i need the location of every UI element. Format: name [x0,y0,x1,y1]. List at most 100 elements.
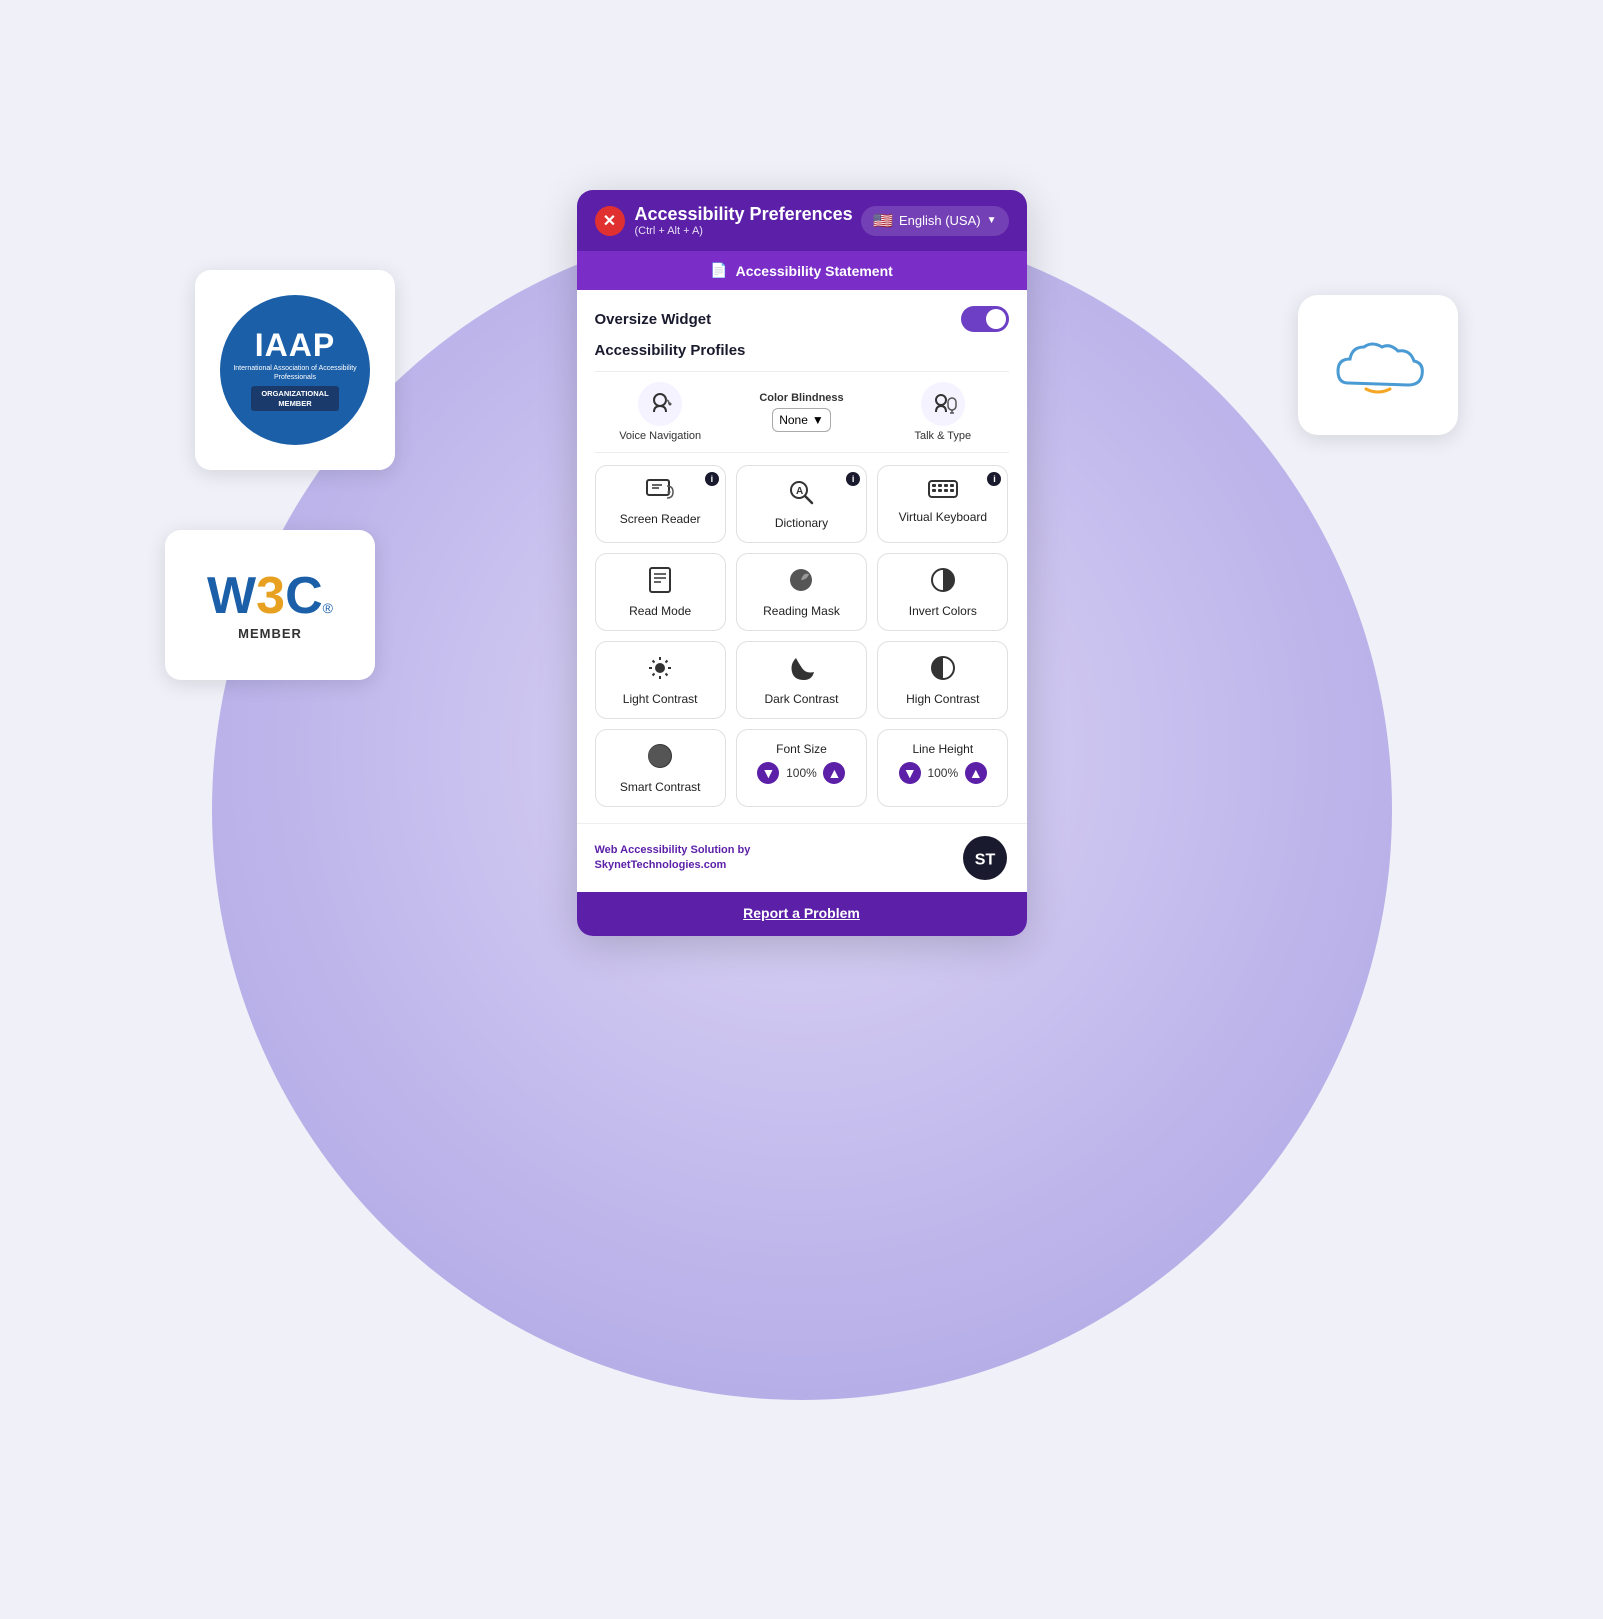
reading-mask-label: Reading Mask [763,604,840,618]
profile-color-blindness[interactable]: Color Blindness None ▼ [736,392,867,432]
profile-voice-navigation[interactable]: Voice Navigation [595,382,726,442]
close-button[interactable]: ✕ [595,206,625,236]
color-blindness-label: Color Blindness [759,392,843,404]
iaap-circle: IAAP International Association of Access… [220,295,370,445]
info-badge-screen-reader: i [705,472,719,486]
oversize-widget-toggle[interactable] [961,306,1009,332]
svg-text:ST: ST [974,852,995,869]
profiles-section-title: Accessibility Profiles [595,342,1009,359]
color-blindness-select[interactable]: None ▼ [772,408,831,432]
w3c-reg: ® [323,600,333,616]
iaap-org-line1: ORGANIZATIONAL [261,389,328,398]
panel-header: ✕ Accessibility Preferences (Ctrl + Alt … [577,190,1027,251]
line-height-value: 100% [925,766,961,780]
profiles-row: Voice Navigation Color Blindness None ▼ [595,371,1009,453]
info-badge-dictionary: i [846,472,860,486]
smart-contrast-label: Smart Contrast [620,780,701,794]
read-mode-icon [647,566,673,598]
panel-header-left: ✕ Accessibility Preferences (Ctrl + Alt … [595,204,853,237]
footer-text: Web Accessibility Solution by SkynetTech… [595,843,751,874]
screen-reader-icon [645,478,675,506]
feature-grid: i Screen Reader i [595,465,1009,719]
feature-virtual-keyboard[interactable]: i Virtu [877,465,1008,543]
panel-title-sub: (Ctrl + Alt + A) [635,225,853,237]
line-height-decrease[interactable]: ▼ [899,762,921,784]
high-contrast-icon [929,654,957,686]
flag-icon: 🇺🇸 [873,211,893,231]
page-wrapper: IAAP International Association of Access… [0,0,1603,1619]
light-contrast-label: Light Contrast [623,692,698,706]
font-size-stepper: ▼ 100% ▲ [757,762,845,784]
chevron-down-icon: ▼ [987,215,997,226]
invert-colors-label: Invert Colors [909,604,977,618]
font-size-increase[interactable]: ▲ [823,762,845,784]
feature-invert-colors[interactable]: Invert Colors [877,553,1008,631]
report-bar[interactable]: Report a Problem [577,892,1027,936]
dictionary-label: Dictionary [775,516,828,530]
feature-line-height: Line Height ▼ 100% ▲ [877,729,1008,807]
svg-text:A: A [796,486,803,497]
stmt-icon: 📄 [710,262,727,279]
panel-title: Accessibility Preferences (Ctrl + Alt + … [635,204,853,237]
oversize-widget-label: Oversize Widget [595,311,712,328]
font-size-decrease[interactable]: ▼ [757,762,779,784]
talk-type-icon [921,382,965,426]
reading-mask-icon [787,566,815,598]
w3c-logo: W 3 C ® [207,570,333,622]
info-badge-virtual-keyboard: i [987,472,1001,486]
feature-dictionary[interactable]: i A Dictionary [736,465,867,543]
feature-font-size: Font Size ▼ 100% ▲ [736,729,867,807]
accessibility-panel: ✕ Accessibility Preferences (Ctrl + Alt … [577,190,1027,936]
iaap-sub-text: International Association of Accessibili… [220,364,370,382]
footer-line2: SkynetTechnologies.com [595,859,727,871]
feature-high-contrast[interactable]: High Contrast [877,641,1008,719]
screen-reader-label: Screen Reader [620,512,701,526]
footer-line1: Web Accessibility Solution by [595,844,751,856]
bottom-row: Smart Contrast Font Size ▼ 100% ▲ Line H… [595,729,1009,807]
light-contrast-icon [646,654,674,686]
w3c-3: 3 [256,570,285,622]
dark-contrast-label: Dark Contrast [764,692,838,706]
line-height-stepper: ▼ 100% ▲ [899,762,987,784]
line-height-increase[interactable]: ▲ [965,762,987,784]
feature-smart-contrast[interactable]: Smart Contrast [595,729,726,807]
iaap-org-line2: MEMBER [278,399,311,408]
virtual-keyboard-label: Virtual Keyboard [899,510,988,524]
invert-colors-icon [929,566,957,598]
w3c-badge: W 3 C ® MEMBER [165,530,375,680]
toggle-knob [986,309,1006,329]
report-label: Report a Problem [743,905,860,921]
dictionary-icon: A [787,478,815,510]
voice-navigation-label: Voice Navigation [619,430,701,442]
cloud-icon [1328,333,1428,398]
oversize-widget-row: Oversize Widget [595,306,1009,332]
iaap-org-band: ORGANIZATIONAL MEMBER [251,386,338,412]
color-blindness-value: None [779,413,808,427]
read-mode-label: Read Mode [629,604,691,618]
profile-talk-type[interactable]: Talk & Type [877,382,1008,442]
dark-contrast-icon [788,654,814,686]
panel-body: Oversize Widget Accessibility Profiles [577,290,1027,823]
smart-contrast-icon [646,742,674,774]
line-height-label: Line Height [912,742,973,756]
high-contrast-label: High Contrast [906,692,979,706]
iaap-badge: IAAP International Association of Access… [195,270,395,470]
w3c-member: MEMBER [238,626,302,641]
feature-screen-reader[interactable]: i Screen Reader [595,465,726,543]
font-size-label: Font Size [776,742,827,756]
skynet-logo: ST [961,834,1009,882]
accessibility-statement-bar[interactable]: 📄 Accessibility Statement [577,251,1027,290]
font-size-value: 100% [783,766,819,780]
feature-reading-mask[interactable]: Reading Mask [736,553,867,631]
panel-footer: Web Accessibility Solution by SkynetTech… [577,823,1027,892]
voice-navigation-icon [638,382,682,426]
feature-light-contrast[interactable]: Light Contrast [595,641,726,719]
feature-read-mode[interactable]: Read Mode [595,553,726,631]
iaap-main-text: IAAP [255,329,335,361]
w3c-w: W [207,570,256,622]
feature-dark-contrast[interactable]: Dark Contrast [736,641,867,719]
w3c-c: C [285,570,323,622]
stmt-label: Accessibility Statement [736,263,893,279]
language-selector[interactable]: 🇺🇸 English (USA) ▼ [861,206,1008,236]
panel-title-main: Accessibility Preferences [635,204,853,225]
